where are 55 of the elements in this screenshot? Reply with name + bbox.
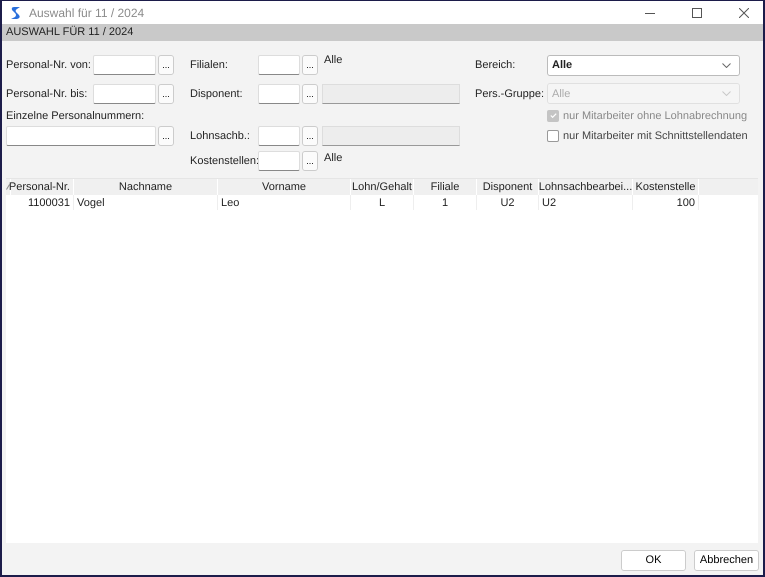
table-cell: Leo — [218, 195, 351, 210]
dropdown[interactable]: Alle — [547, 54, 740, 76]
column-header[interactable]: Kostenstelle — [633, 179, 699, 195]
checkbox[interactable] — [547, 130, 559, 142]
input-field[interactable] — [258, 151, 300, 171]
column-header[interactable]: Lohnsachbearbei... — [539, 179, 633, 195]
field-label: Filialen: — [189, 59, 229, 71]
app-logo-icon — [10, 6, 22, 20]
column-header[interactable]: Vorname — [218, 179, 351, 195]
input-field[interactable] — [6, 126, 156, 146]
field-label: Personal-Nr. von: — [6, 59, 92, 71]
browse-button[interactable]: ... — [302, 126, 318, 146]
browse-button[interactable]: ... — [158, 126, 174, 146]
section-header: AUSWAHL FÜR 11 / 2024 — [2, 24, 763, 41]
input-field[interactable] — [258, 55, 300, 75]
column-header[interactable]: Personal-Nr. — [11, 179, 74, 195]
column-header[interactable]: Filiale — [414, 179, 477, 195]
maximize-icon[interactable] — [692, 8, 702, 18]
field-label: Disponent: — [189, 88, 244, 100]
browse-button[interactable]: ... — [158, 55, 174, 75]
input-field[interactable] — [93, 84, 156, 104]
column-header[interactable]: Disponent — [477, 179, 539, 195]
field-label: Lohnsachb.: — [189, 130, 251, 142]
input-field[interactable] — [258, 126, 300, 146]
field-label: Einzelne Personalnummern: — [6, 110, 146, 122]
field-label: Pers.-Gruppe: — [475, 88, 546, 100]
table-cell: 1 — [414, 195, 477, 210]
browse-button[interactable]: ... — [302, 55, 318, 75]
browse-button[interactable]: ... — [302, 84, 318, 104]
dialog-button[interactable]: Abbrechen — [694, 550, 759, 570]
chevron-down-icon — [722, 91, 731, 96]
table-cell: U2 — [539, 195, 633, 210]
browse-button[interactable]: ... — [302, 151, 318, 171]
input-field[interactable] — [93, 55, 156, 75]
column-header[interactable]: Lohn/Gehalt — [351, 179, 414, 195]
field-label: Personal-Nr. bis: — [6, 88, 88, 100]
column-header[interactable]: Nachname — [74, 179, 218, 195]
chevron-down-icon — [722, 62, 731, 68]
table-cell: Vogel — [74, 195, 218, 210]
close-icon[interactable] — [739, 8, 749, 18]
checkbox-label[interactable]: nur Mitarbeiter mit Schnittstellendaten — [563, 130, 748, 142]
dialog-button[interactable]: OK — [621, 550, 686, 570]
field-label: Bereich: — [475, 59, 516, 71]
table-cell: 100 — [633, 195, 699, 210]
selection-note: Alle — [323, 53, 344, 66]
input-field[interactable] — [258, 84, 300, 104]
column-marker-icon — [6, 184, 10, 190]
checkmark-icon — [548, 111, 558, 120]
window-title: Auswahl für 11 / 2024 — [29, 6, 144, 20]
table-cell: 1100031 — [11, 195, 74, 210]
field-label: Kostenstellen: — [189, 155, 258, 167]
table-cell: U2 — [477, 195, 539, 210]
browse-button[interactable]: ... — [158, 84, 174, 104]
selection-note: Alle — [323, 151, 344, 164]
table-cell: L — [351, 195, 414, 210]
